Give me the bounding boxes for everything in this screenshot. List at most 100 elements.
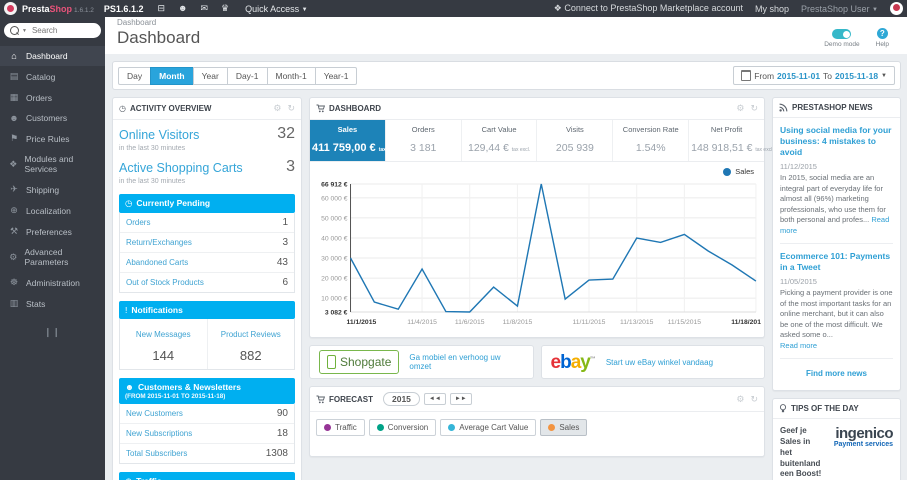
- range-button-year-1[interactable]: Year-1: [314, 66, 358, 85]
- table-row[interactable]: Orders 1: [120, 213, 294, 233]
- active-carts-link[interactable]: Active Shopping Carts: [119, 161, 243, 175]
- metric-tab-conversion-rate[interactable]: Conversion Rate 1.54%: [613, 120, 690, 161]
- trophy-icon[interactable]: ♛: [221, 3, 229, 14]
- table-row[interactable]: New Customers 90: [120, 404, 294, 424]
- range-button-day[interactable]: Day: [118, 66, 152, 85]
- gear-icon[interactable]: ⚙: [273, 103, 281, 114]
- forecast-year[interactable]: 2015: [383, 392, 420, 406]
- forecast-filter-sales[interactable]: Sales: [540, 419, 588, 436]
- ebay-logo: ebay™: [550, 351, 596, 373]
- product-reviews-cell[interactable]: Product Reviews 882: [208, 319, 295, 369]
- forecast-filter-average-cart-value[interactable]: Average Cart Value: [440, 419, 537, 436]
- forecast-filter-conversion[interactable]: Conversion: [368, 419, 437, 436]
- find-more-news-link[interactable]: Find more news: [780, 369, 893, 378]
- sidebar-item-catalog[interactable]: ▤ Catalog: [0, 66, 105, 87]
- catalog-icon: ▤: [9, 71, 19, 81]
- cart-icon[interactable]: ⊟: [157, 3, 165, 14]
- sidebar-item-shipping[interactable]: ✈ Shipping: [0, 179, 105, 200]
- range-button-day-1[interactable]: Day-1: [226, 66, 268, 85]
- table-row[interactable]: Abandoned Carts 43: [120, 253, 294, 273]
- shop-name[interactable]: PS1.6.1.2: [104, 4, 144, 14]
- refresh-icon[interactable]: ↻: [750, 103, 758, 114]
- metric-tab-visits[interactable]: Visits 205 939: [537, 120, 614, 161]
- chart-legend[interactable]: Sales: [310, 162, 764, 176]
- conversion-dot-icon: [376, 424, 384, 431]
- table-row[interactable]: New Subscriptions 18: [120, 424, 294, 444]
- metric-tab-cart-value[interactable]: Cart Value 129,44 € tax excl.: [462, 120, 538, 161]
- gear-icon[interactable]: ⚙: [736, 103, 744, 114]
- range-button-month[interactable]: Month: [150, 66, 194, 85]
- table-row[interactable]: Return/Exchanges 3: [120, 233, 294, 253]
- forecast-next-button[interactable]: ►►: [449, 393, 472, 405]
- sales-chart: 66 912 € 60 000 € 50 000 € 40 000 € 30 000 €…: [310, 176, 764, 337]
- svg-text:11/8/2015: 11/8/2015: [503, 319, 533, 326]
- search-input[interactable]: [29, 25, 95, 36]
- person-icon[interactable]: ☻: [178, 3, 187, 14]
- my-shop-link[interactable]: My shop: [755, 4, 789, 14]
- svg-text:11/6/2015: 11/6/2015: [455, 319, 485, 326]
- metric-tab-orders[interactable]: Orders 3 181: [386, 120, 462, 161]
- breadcrumb[interactable]: Dashboard: [117, 18, 895, 27]
- brand-shop: Shop: [49, 3, 73, 14]
- localization-icon: ⊕: [10, 205, 18, 215]
- chevron-down-icon: ▼: [301, 6, 308, 13]
- online-visitors-link[interactable]: Online Visitors: [119, 128, 199, 142]
- sidebar-item-dashboard[interactable]: ⌂ Dashboard: [0, 46, 105, 66]
- gear-icon[interactable]: ⚙: [736, 394, 744, 405]
- help-control[interactable]: ? Help: [876, 27, 889, 48]
- refresh-icon[interactable]: ↻: [750, 394, 758, 405]
- marketplace-icon: ❖: [553, 3, 562, 13]
- range-button-month-1[interactable]: Month-1: [266, 66, 316, 85]
- help-icon[interactable]: ?: [876, 28, 888, 39]
- forecast-filter-traffic[interactable]: Traffic: [316, 419, 365, 436]
- active-carts-row[interactable]: 3 Active Shopping Carts in the last 30 m…: [119, 159, 295, 192]
- chevron-down-icon: ▼: [872, 6, 878, 13]
- forecast-panel-title: FORECAST: [329, 394, 373, 404]
- online-visitors-row[interactable]: 32 Online Visitors in the last 30 minute…: [119, 126, 295, 159]
- shopgate-banner[interactable]: Shopgate Ga mobiel en verhoog uw omzet: [309, 345, 534, 379]
- demo-mode-toggle[interactable]: [832, 29, 852, 39]
- sidebar-item-preferences[interactable]: ⚒ Preferences: [0, 221, 105, 242]
- chevron-down-icon[interactable]: ▼: [22, 28, 27, 34]
- date-range-picker[interactable]: From 2015-11-01 To 2015-11-18 ▼: [733, 66, 895, 85]
- new-messages-cell[interactable]: New Messages 144: [120, 319, 208, 369]
- topbar-icons: ⊟ ☻ ✉ ♛: [157, 3, 229, 14]
- news-article-title[interactable]: Using social media for your business: 4 …: [780, 125, 893, 158]
- sidebar-item-price-rules[interactable]: ⚑ Price Rules: [0, 128, 105, 149]
- read-more-link[interactable]: Read more: [780, 341, 817, 350]
- range-button-year[interactable]: Year: [192, 66, 228, 85]
- sidebar-item-stats[interactable]: ▥ Stats: [0, 293, 105, 314]
- shopgate-link[interactable]: Ga mobiel en verhoog uw omzet: [409, 353, 523, 371]
- metric-tab-sales[interactable]: Sales 411 759,00 € tax excl.: [310, 120, 398, 161]
- prestashop-news-panel: PRESTASHOP NEWS Using social media for y…: [772, 97, 901, 392]
- sidebar-item-modules[interactable]: ❖ Modules and Services: [0, 149, 105, 179]
- marketplace-link[interactable]: ❖ Connect to PrestaShop Marketplace acco…: [554, 3, 743, 14]
- forecast-prev-button[interactable]: ◄◄: [423, 393, 446, 405]
- sidebar-search[interactable]: ▼: [4, 23, 101, 38]
- sidebar-collapse-icon[interactable]: ❙❙: [0, 327, 105, 338]
- news-article-title[interactable]: Ecommerce 101: Payments in a Tweet: [780, 251, 893, 273]
- ebay-banner[interactable]: ebay™ Start uw eBay winkel vandaag: [540, 345, 765, 379]
- avatar[interactable]: [890, 2, 903, 15]
- cart-icon: [316, 104, 325, 113]
- dashboard-panel: DASHBOARD ⚙ ↻ Sales 411 759,00 € tax exc…: [309, 97, 774, 338]
- mail-icon[interactable]: ✉: [200, 3, 208, 14]
- metric-tab-net-profit[interactable]: Net Profit 148 918,51 € tax excl.: [689, 120, 774, 161]
- brand: PrestaShop 1.6.1.2: [22, 4, 94, 14]
- demo-mode-control[interactable]: Demo mode: [824, 27, 860, 48]
- ebay-link[interactable]: Start uw eBay winkel vandaag: [606, 358, 713, 367]
- shipping-icon: ✈: [10, 184, 18, 194]
- sidebar-item-customers[interactable]: ☻ Customers: [0, 108, 105, 128]
- sidebar-item-advanced-parameters[interactable]: ⚙ Advanced Parameters: [0, 242, 105, 272]
- content-header: Dashboard Dashboard Demo mode ? Help: [105, 17, 907, 54]
- table-row[interactable]: Out of Stock Products 6: [120, 273, 294, 292]
- user-menu[interactable]: PrestaShop User ▼: [801, 4, 878, 14]
- prestashop-logo-icon[interactable]: [4, 2, 17, 15]
- table-row[interactable]: Total Subscribers 1308: [120, 444, 294, 463]
- sidebar-item-administration[interactable]: ☸ Administration: [0, 272, 105, 293]
- sidebar-item-orders[interactable]: ▦ Orders: [0, 87, 105, 108]
- search-icon: [10, 26, 19, 35]
- refresh-icon[interactable]: ↻: [287, 103, 295, 114]
- sidebar-item-localization[interactable]: ⊕ Localization: [0, 200, 105, 221]
- quick-access-menu[interactable]: Quick Access ▼: [245, 4, 308, 14]
